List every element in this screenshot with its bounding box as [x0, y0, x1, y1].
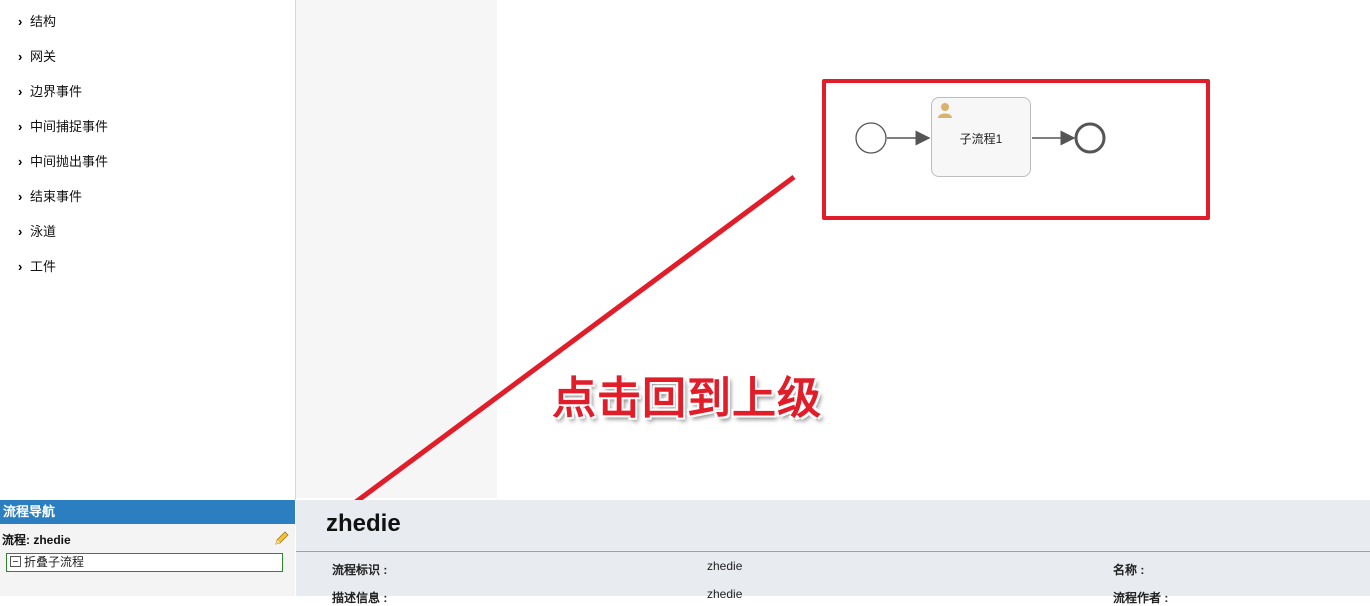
nav-process-link[interactable]: 流程: zhedie [2, 531, 71, 548]
nav-subprocess-label: 折叠子流程 [24, 555, 85, 569]
prop-label-name: 名称 : [1113, 563, 1145, 577]
nav-header: 流程导航 [0, 500, 295, 524]
process-title: zhedie [326, 510, 401, 537]
bpmn-diagram: 子流程1 点击回到上级 [0, 0, 1370, 500]
pencil-icon[interactable] [274, 530, 290, 546]
prop-value-description[interactable]: zhedie [707, 587, 742, 601]
divider [296, 551, 1370, 552]
user-icon [938, 103, 952, 118]
annotation-arrow-shaft [354, 174, 796, 500]
task-label: 子流程1 [959, 132, 1003, 146]
process-navigation-panel: 流程导航 流程: zhedie 折叠子流程 [0, 500, 295, 596]
prop-value-process-id[interactable]: zhedie [707, 559, 742, 573]
prop-label-description: 描述信息 : [332, 591, 388, 605]
properties-panel: zhedie 流程标识 : zhedie 名称 : 描述信息 : zhedie … [296, 500, 1370, 605]
prop-label-author: 流程作者 : [1113, 591, 1169, 605]
collapsed-subprocess-icon [10, 556, 21, 567]
prop-label-process-id: 流程标识 : [332, 563, 388, 577]
user-task[interactable]: 子流程1 [931, 97, 1031, 177]
annotation-callout-text: 点击回到上级 [552, 373, 822, 424]
nav-subprocess-item[interactable]: 折叠子流程 [6, 553, 283, 572]
